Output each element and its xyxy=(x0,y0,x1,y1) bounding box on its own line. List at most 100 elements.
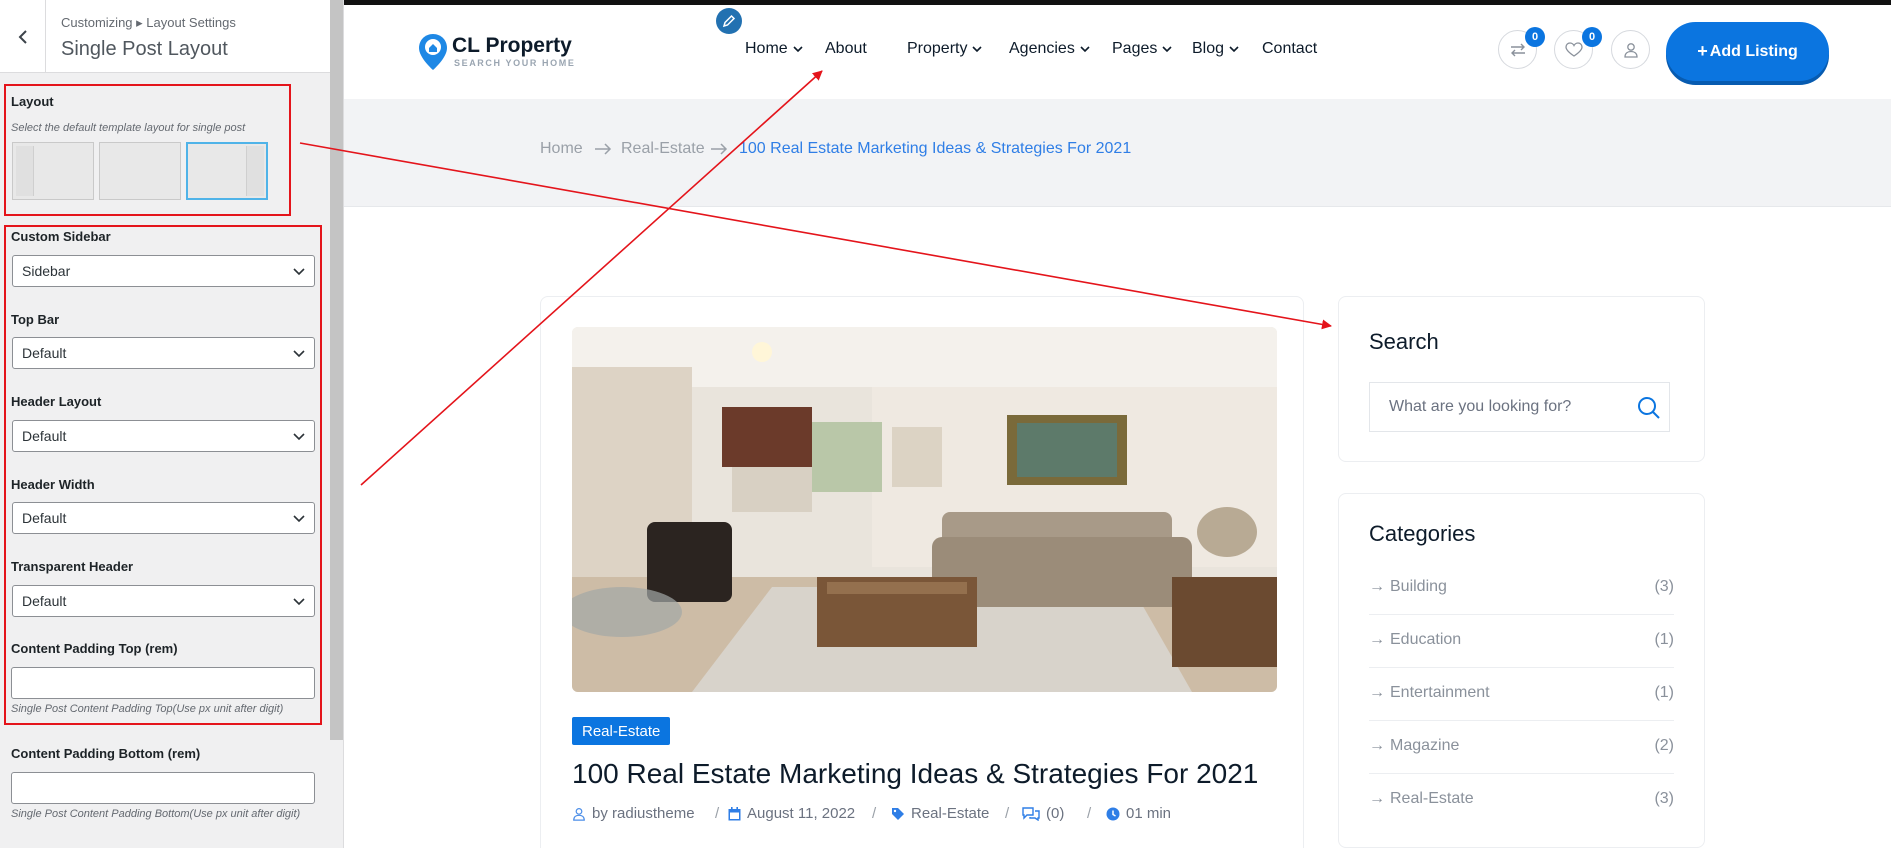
comments-icon xyxy=(1022,807,1040,821)
chevron-down-icon xyxy=(793,45,803,52)
edit-shortcut-button[interactable] xyxy=(716,8,742,34)
arrow-right-icon: → xyxy=(1369,631,1385,648)
customizer-title: Single Post Layout xyxy=(61,38,228,60)
wishlist-count-badge: 0 xyxy=(1582,27,1602,47)
customizer-breadcrumb: Customizing ▸ Layout Settings xyxy=(61,15,236,30)
nav-agencies-label: Agencies xyxy=(1009,40,1075,57)
nav-contact[interactable]: Contact xyxy=(1262,40,1317,58)
search-input[interactable]: What are you looking for? xyxy=(1369,382,1670,432)
post-read-time: 01 min xyxy=(1106,805,1171,822)
compare-count-badge: 0 xyxy=(1525,27,1545,47)
arrow-right-icon xyxy=(595,143,612,155)
category-count: (3) xyxy=(1654,578,1674,595)
category-item[interactable]: → Magazine (2) xyxy=(1369,721,1674,774)
nav-property[interactable]: Property xyxy=(907,40,983,58)
arrow-right-icon: → xyxy=(1369,684,1385,701)
site-preview: CL Property SEARCH YOUR HOME Home About … xyxy=(344,0,1891,848)
category-name: Real-Estate xyxy=(1390,790,1474,807)
post-featured-image[interactable] xyxy=(572,327,1277,692)
padding-bottom-label: Content Padding Bottom (rem) xyxy=(11,746,201,761)
account-button[interactable] xyxy=(1611,30,1650,69)
nav-contact-label: Contact xyxy=(1262,40,1318,57)
breadcrumb-current: 100 Real Estate Marketing Ideas & Strate… xyxy=(739,140,1132,157)
arrow-right-icon: → xyxy=(1369,578,1385,595)
category-count: (3) xyxy=(1654,790,1674,807)
padding-bottom-input[interactable] xyxy=(11,772,315,804)
categories-widget-title: Categories xyxy=(1369,521,1476,546)
category-item[interactable]: → Education (1) xyxy=(1369,615,1674,668)
user-icon xyxy=(1623,42,1638,58)
nav-agencies[interactable]: Agencies xyxy=(1009,40,1091,58)
post-date-text: August 11, 2022 xyxy=(747,805,856,822)
meta-separator: / xyxy=(715,805,720,822)
plus-icon: + xyxy=(1697,41,1708,61)
chevron-down-icon xyxy=(972,45,983,52)
nav-property-label: Property xyxy=(907,40,968,57)
chevron-down-icon xyxy=(1080,45,1090,52)
post-comments-text: (0) xyxy=(1046,805,1065,822)
post-category-text: Real-Estate xyxy=(911,805,990,822)
search-widget xyxy=(1338,296,1705,462)
pencil-icon xyxy=(722,14,736,28)
annotation-box-layout xyxy=(4,84,291,216)
category-name: Building xyxy=(1390,578,1447,595)
post-comments[interactable]: (0) xyxy=(1022,805,1064,822)
nav-blog[interactable]: Blog xyxy=(1192,40,1240,58)
heart-icon xyxy=(1564,41,1583,57)
meta-separator: / xyxy=(872,805,877,822)
calendar-icon xyxy=(728,806,741,820)
category-item[interactable]: → Building (3) xyxy=(1369,562,1674,615)
post-category-tag[interactable]: Real-Estate xyxy=(572,717,671,745)
customizer-panel: Customizing ▸ Layout Settings Single Pos… xyxy=(0,0,344,848)
nav-pages-label: Pages xyxy=(1112,40,1158,57)
post-author-text: by radiustheme xyxy=(592,805,695,822)
logo-name[interactable]: CL Property xyxy=(452,34,572,58)
nav-home-label: Home xyxy=(745,40,788,57)
logo-pin-icon xyxy=(419,34,447,70)
search-placeholder: What are you looking for? xyxy=(1389,398,1572,415)
category-item[interactable]: → Entertainment (1) xyxy=(1369,668,1674,721)
nav-blog-label: Blog xyxy=(1192,40,1225,57)
search-widget-title: Search xyxy=(1369,329,1439,354)
clock-icon xyxy=(1106,807,1120,820)
add-listing-button[interactable]: + Add Listing xyxy=(1666,22,1829,81)
arrow-right-icon xyxy=(711,143,728,155)
category-name: Education xyxy=(1390,631,1462,648)
breadcrumb-home[interactable]: Home xyxy=(540,140,583,158)
post-category[interactable]: Real-Estate xyxy=(891,805,989,822)
chevron-down-icon xyxy=(1162,45,1172,52)
category-name: Magazine xyxy=(1390,737,1460,754)
meta-separator: / xyxy=(1005,805,1010,822)
customizer-header: Customizing ▸ Layout Settings Single Pos… xyxy=(0,0,330,73)
chevron-down-icon xyxy=(1229,45,1239,52)
nav-home[interactable]: Home xyxy=(745,40,804,58)
breadcrumb-category[interactable]: Real-Estate xyxy=(621,140,705,158)
post-date: August 11, 2022 xyxy=(728,805,855,822)
logo-tagline: SEARCH YOUR HOME xyxy=(454,58,576,68)
user-icon xyxy=(573,807,585,821)
post-read-time-text: 01 min xyxy=(1126,805,1172,822)
padding-bottom-description: Single Post Content Padding Bottom(Use p… xyxy=(11,808,301,820)
back-button[interactable] xyxy=(0,0,46,73)
nav-about[interactable]: About xyxy=(825,40,867,58)
add-listing-label: Add Listing xyxy=(1709,42,1798,60)
nav-pages[interactable]: Pages xyxy=(1112,40,1173,58)
category-name: Entertainment xyxy=(1390,684,1490,701)
scrollbar-thumb[interactable] xyxy=(330,0,343,740)
post-author[interactable]: by radiustheme xyxy=(572,805,695,822)
post-title[interactable]: 100 Real Estate Marketing Ideas & Strate… xyxy=(572,758,1258,790)
category-count: (2) xyxy=(1654,737,1674,754)
top-line xyxy=(344,0,1891,5)
category-count: (1) xyxy=(1654,684,1674,701)
compare-arrows-icon xyxy=(1510,43,1525,56)
chevron-left-icon xyxy=(18,29,27,44)
annotation-box-controls xyxy=(4,225,322,725)
category-count: (1) xyxy=(1654,631,1674,648)
living-room-illustration xyxy=(572,327,1277,692)
search-icon[interactable] xyxy=(1637,396,1661,420)
nav-about-label: About xyxy=(825,40,867,57)
category-item[interactable]: → Real-Estate (3) xyxy=(1369,774,1674,827)
tag-icon xyxy=(892,807,904,820)
arrow-right-icon: → xyxy=(1369,790,1385,807)
meta-separator: / xyxy=(1087,805,1092,822)
